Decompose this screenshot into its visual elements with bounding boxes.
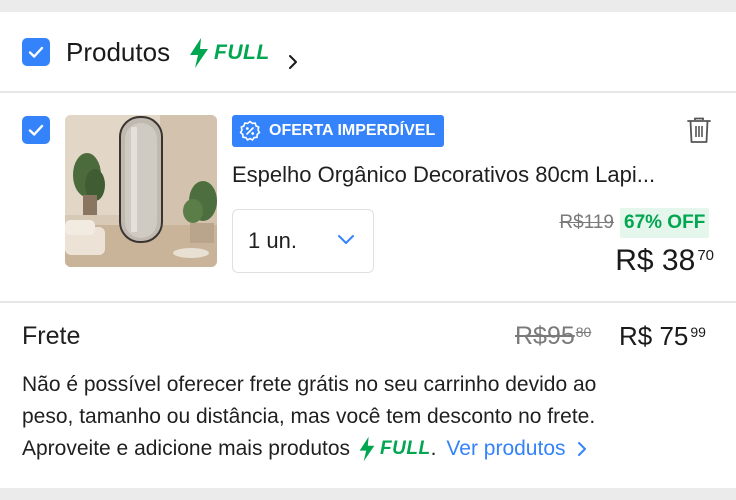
trash-icon[interactable]	[686, 116, 712, 144]
shipping-label: Frete	[22, 322, 81, 350]
full-badge: FULL	[358, 433, 431, 465]
mirror-room-image	[65, 115, 217, 267]
ver-produtos-label: Ver produtos	[446, 437, 566, 460]
shipping-info-suffix: .	[430, 437, 437, 460]
shipping-info-line: Não é possível oferecer frete grátis no …	[22, 373, 597, 396]
products-header: Produtos FULL	[0, 12, 736, 92]
product-image[interactable]	[65, 115, 217, 267]
product-title[interactable]: Espelho Orgânico Decorativos 80cm Lapi..…	[232, 162, 712, 188]
shipping-info-line: peso, tamanho ou distância, mas você tem…	[22, 405, 596, 428]
chevron-right-icon[interactable]	[286, 52, 300, 72]
full-label: FULL	[214, 41, 270, 64]
shipping-old-price-cents: 80	[575, 324, 592, 340]
price-main: R$ 38	[615, 244, 696, 277]
chevron-right-icon	[577, 442, 586, 456]
shipping-old-price: R$95 80	[515, 322, 591, 351]
shipping-info: Não é possível oferecer frete grátis no …	[22, 369, 722, 465]
divider	[0, 301, 736, 303]
divider	[0, 91, 736, 93]
products-title: Produtos	[66, 37, 171, 67]
current-price: R$ 38 70	[615, 244, 714, 278]
old-price: R$119	[559, 212, 614, 233]
discount-seal-icon	[239, 120, 261, 141]
select-all-checkbox[interactable]	[22, 38, 50, 66]
discount-badge: 67% OFF	[620, 208, 710, 238]
quantity-select[interactable]: 1 un.	[232, 209, 374, 273]
lightning-icon	[359, 436, 375, 462]
shipping-info-prefix: Aproveite e adicione mais produtos	[22, 437, 351, 460]
full-badge: FULL	[188, 38, 270, 68]
chevron-down-icon	[338, 235, 354, 244]
checkmark-icon	[28, 46, 44, 58]
item-checkbox[interactable]	[22, 116, 50, 144]
ver-produtos-link[interactable]: Ver produtos	[446, 433, 587, 465]
offer-badge: OFERTA IMPERDÍVEL	[232, 115, 445, 147]
cart-card: Produtos FULL OFERTA IMPERDÍVEL Espelho …	[0, 12, 736, 488]
lightning-icon	[190, 38, 208, 68]
shipping-price-cents: 99	[690, 324, 706, 340]
shipping-info-line: Aproveite e adicione mais produtos FULL …	[22, 433, 722, 465]
price-cents: 70	[697, 247, 714, 264]
quantity-value: 1 un.	[248, 228, 297, 253]
checkmark-icon	[28, 124, 44, 136]
shipping-old-price-main: R$95	[515, 322, 575, 350]
offer-badge-label: OFERTA IMPERDÍVEL	[269, 122, 436, 139]
shipping-price: R$ 75 99	[619, 321, 706, 352]
shipping-price-main: R$ 75	[619, 321, 689, 351]
full-label: FULL	[380, 438, 431, 459]
